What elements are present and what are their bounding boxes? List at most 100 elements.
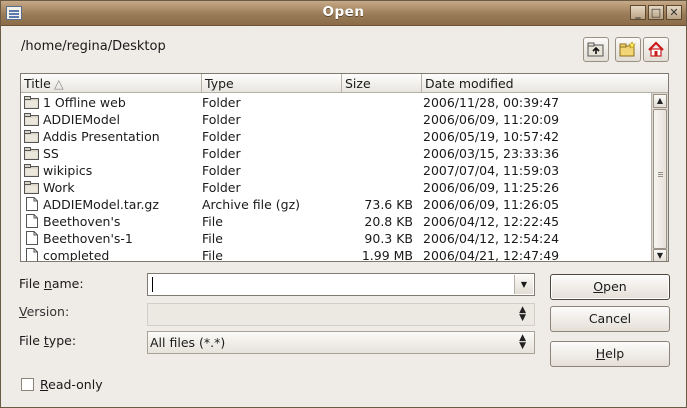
file-date-cell: 2006/04/12, 12:22:45 (423, 214, 560, 229)
file-date-cell: 2006/06/09, 11:25:26 (423, 180, 560, 195)
file-name-cell: 1 Offline web (43, 95, 126, 110)
file-type-value: All files (*.*) (150, 335, 226, 350)
scrollbar-thumb[interactable] (653, 109, 667, 249)
current-path: /home/regina/Desktop (21, 39, 166, 54)
file-rows: 1 Offline web Folder 2006/11/28, 00:39:47 A… (21, 94, 651, 262)
read-only-checkbox[interactable] (21, 378, 34, 391)
column-header-type[interactable]: Type (202, 74, 342, 93)
file-row[interactable]: 1 Offline web Folder 2006/11/28, 00:39:47 (21, 94, 651, 111)
read-only-label[interactable]: Read-only (40, 377, 103, 392)
version-label: Version: (19, 304, 70, 319)
create-new-folder-button[interactable] (615, 37, 641, 62)
file-icon (26, 248, 38, 261)
new-folder-icon (619, 41, 636, 57)
file-type-cell: File (202, 214, 223, 229)
open-dialog: Open _ □ ✕ /home/regina/Desktop Title △ (0, 0, 687, 408)
column-type-label: Type (205, 76, 234, 91)
file-size-cell: 1.99 MB (361, 248, 413, 262)
file-name-combobox[interactable]: ▼ (147, 273, 535, 296)
column-header-date-modified[interactable]: Date modified (422, 74, 668, 93)
file-date-cell: 2006/05/19, 10:57:42 (423, 129, 560, 144)
file-row[interactable]: wikipics Folder 2007/07/04, 11:59:03 (21, 162, 651, 179)
close-button[interactable]: ✕ (666, 5, 682, 20)
file-name-input[interactable] (150, 276, 514, 292)
file-name-cell: wikipics (43, 163, 93, 178)
file-type-cell: Folder (202, 146, 241, 161)
file-row[interactable]: Beethoven's File 20.8 KB 2006/04/12, 12:22:… (21, 213, 651, 230)
help-button[interactable]: Help (550, 341, 670, 367)
file-name-dropdown-button[interactable]: ▼ (514, 275, 533, 294)
column-size-label: Size (345, 76, 371, 91)
open-button[interactable]: Open (550, 274, 670, 300)
file-size-cell: 20.8 KB (364, 214, 413, 229)
folder-icon (24, 96, 39, 112)
file-name-cell: Beethoven's (43, 214, 121, 229)
file-type-cell: File (202, 248, 223, 262)
file-date-cell: 2006/04/12, 12:54:24 (423, 231, 560, 246)
vertical-scrollbar[interactable]: ▲ ▼ (651, 93, 668, 261)
file-row[interactable]: Work Folder 2006/06/09, 11:25:26 (21, 179, 651, 196)
file-row[interactable]: ADDIEModel.tar.gz Archive file (gz) 73.6 K… (21, 196, 651, 213)
updown-arrows-icon: ▲ ▼ (519, 333, 526, 351)
file-name-cell: ADDIEModel (43, 112, 120, 127)
version-select[interactable]: ▲ ▼ (147, 303, 535, 326)
file-size-cell: 73.6 KB (364, 197, 413, 212)
file-icon (26, 214, 38, 231)
title-bar[interactable]: Open _ □ ✕ (1, 1, 686, 26)
file-list[interactable]: Title △ Type Size Date modified 1 Offlin… (20, 73, 669, 262)
file-type-cell: Folder (202, 163, 241, 178)
file-name-cell: completed (43, 248, 110, 262)
folder-icon (24, 113, 39, 129)
file-type-cell: Folder (202, 129, 241, 144)
file-row[interactable]: SS Folder 2006/03/15, 23:33:36 (21, 145, 651, 162)
column-title-label: Title (24, 76, 51, 91)
file-type-cell: File (202, 231, 223, 246)
file-type-cell: Folder (202, 95, 241, 110)
file-name-cell: Work (43, 180, 75, 195)
window-title: Open (322, 4, 365, 20)
file-type-cell: Folder (202, 112, 241, 127)
scroll-up-arrow-icon[interactable]: ▲ (653, 94, 667, 108)
file-row[interactable]: ADDIEModel Folder 2006/06/09, 11:20:09 (21, 111, 651, 128)
file-name-cell: Addis Presentation (43, 129, 160, 144)
file-row[interactable]: Beethoven's-1 File 90.3 KB 2006/04/12, 12:5… (21, 230, 651, 247)
file-name-cell: Beethoven's-1 (43, 231, 133, 246)
file-date-cell: 2006/06/09, 11:26:05 (423, 197, 560, 212)
home-icon (648, 41, 664, 57)
file-name-cell: ADDIEModel.tar.gz (43, 197, 159, 212)
file-date-cell: 2006/06/09, 11:20:09 (423, 112, 560, 127)
cancel-button[interactable]: Cancel (550, 306, 670, 332)
folder-icon (24, 164, 39, 180)
file-date-cell: 2006/04/21, 12:47:49 (423, 248, 560, 262)
file-row[interactable]: completed File 1.99 MB 2006/04/21, 12:47:49 (21, 247, 651, 262)
file-name-label: File name: (19, 276, 84, 291)
updown-arrows-icon: ▲ ▼ (519, 305, 526, 323)
sort-ascending-icon: △ (54, 76, 64, 91)
file-row[interactable]: Addis Presentation Folder 2006/05/19, 10:5… (21, 128, 651, 145)
file-date-cell: 2006/11/28, 00:39:47 (423, 95, 560, 110)
column-header-title[interactable]: Title △ (21, 74, 202, 93)
folder-icon (24, 181, 39, 197)
file-size-cell: 90.3 KB (364, 231, 413, 246)
column-header-size[interactable]: Size (342, 74, 422, 93)
file-name-cell: SS (43, 146, 59, 161)
folder-icon (24, 147, 39, 163)
file-type-select[interactable]: All files (*.*) ▲ ▼ (147, 331, 535, 354)
file-type-cell: Archive file (gz) (202, 197, 301, 212)
scroll-down-arrow-icon[interactable]: ▼ (653, 249, 667, 261)
folder-icon (24, 130, 39, 146)
maximize-button[interactable]: □ (648, 5, 664, 20)
home-button[interactable] (643, 37, 669, 62)
file-icon (26, 231, 38, 248)
file-date-cell: 2006/03/15, 23:33:36 (423, 146, 560, 161)
file-date-cell: 2007/07/04, 11:59:03 (423, 163, 560, 178)
column-date-label: Date modified (425, 76, 514, 91)
minimize-button[interactable]: _ (630, 5, 646, 20)
file-type-cell: Folder (202, 180, 241, 195)
up-folder-icon (587, 42, 604, 57)
up-one-level-button[interactable] (583, 37, 609, 62)
file-icon (26, 197, 38, 214)
chevron-down-icon: ▼ (520, 280, 528, 289)
text-cursor (152, 277, 153, 292)
file-type-label: File type: (19, 333, 77, 348)
